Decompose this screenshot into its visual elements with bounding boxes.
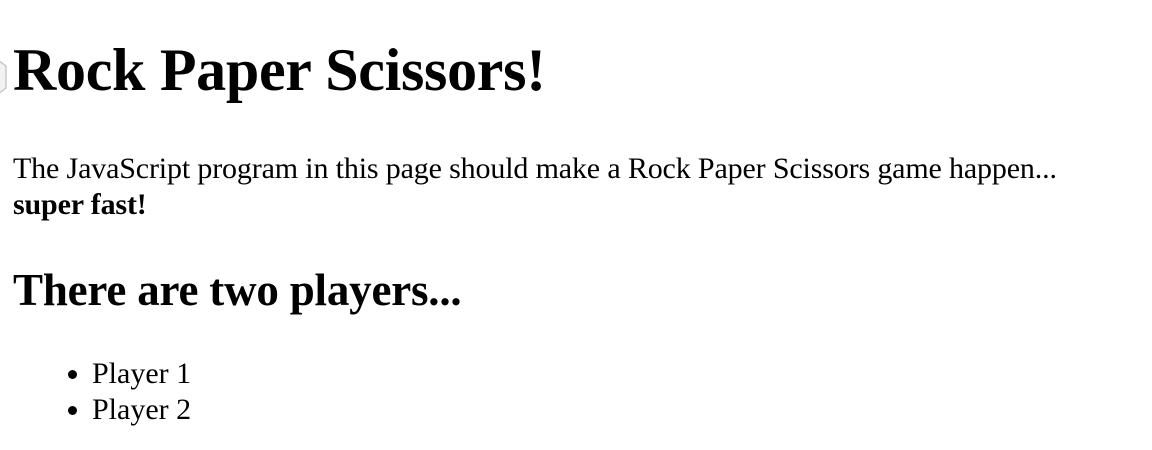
page-title: Rock Paper Scissors!: [13, 37, 546, 103]
intro-paragraph: The JavaScript program in this page shou…: [13, 151, 1057, 223]
intro-text: The JavaScript program in this page shou…: [13, 152, 1057, 185]
list-item-player-1: Player 1: [92, 356, 191, 392]
players-list: Player 1 Player 2: [13, 356, 191, 428]
players-heading: There are two players...: [13, 265, 462, 315]
intro-emphasis: super fast!: [13, 188, 147, 221]
list-item-player-2: Player 2: [92, 392, 191, 428]
partial-hexagon-icon: [0, 52, 9, 102]
